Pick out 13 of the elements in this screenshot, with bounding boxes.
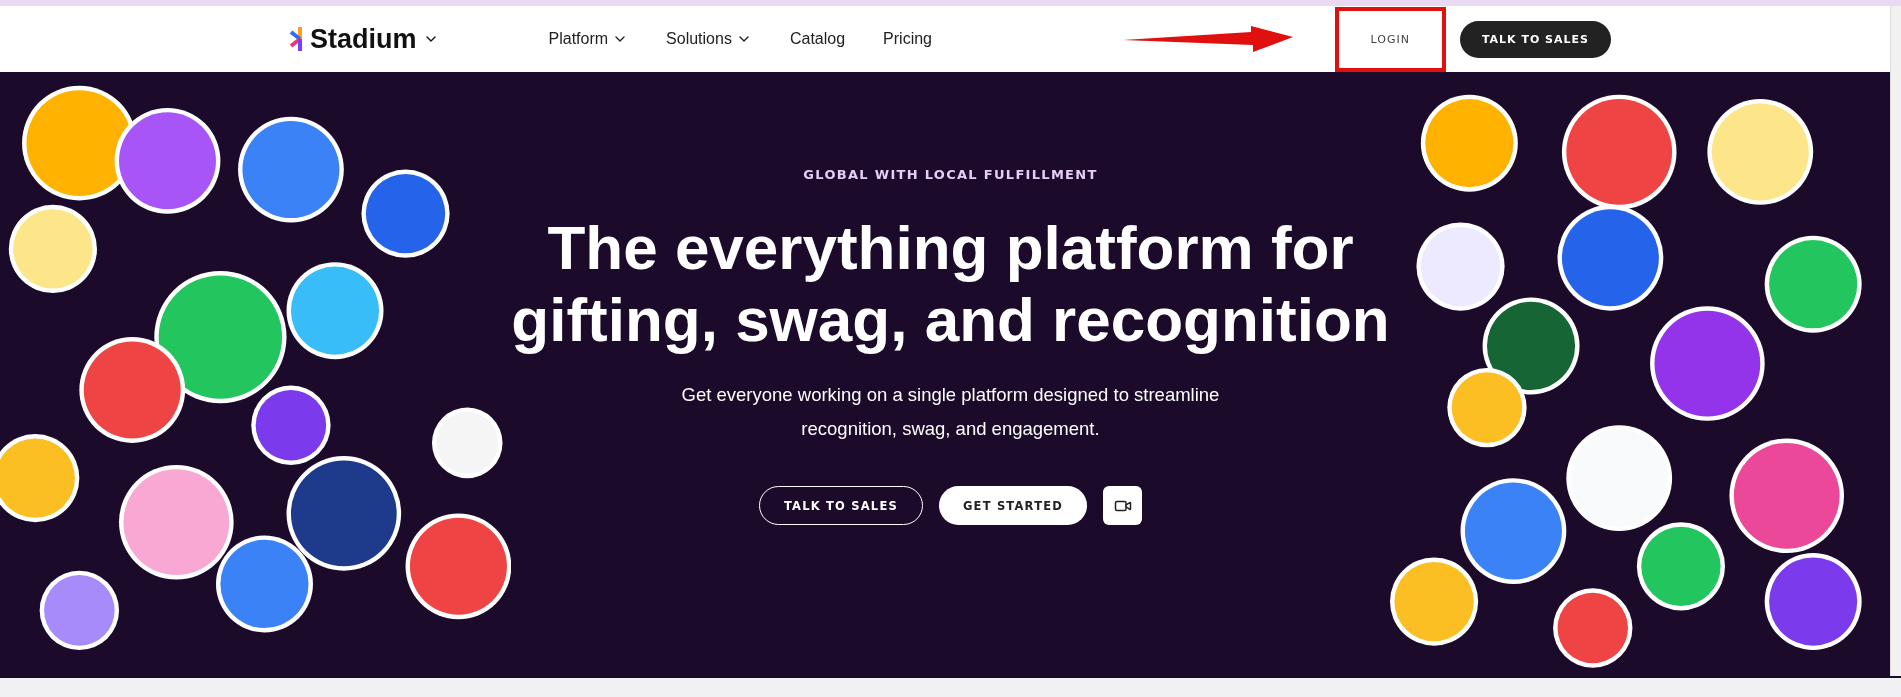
nav-link[interactable]: Pricing [883, 30, 932, 48]
get-started-button[interactable]: GET STARTED [938, 486, 1087, 525]
scrollbar[interactable] [1890, 6, 1901, 676]
hero-subtitle: Get everyone working on a single platform designed to streamline recognition, swag, and engagement. [681, 383, 1220, 441]
nav-link[interactable]: Solutions [666, 30, 752, 48]
video-button[interactable] [1103, 486, 1142, 525]
nav-link[interactable]: Platform [548, 30, 629, 48]
nav-link[interactable]: Catalog [789, 30, 846, 48]
logo-icon [290, 27, 304, 51]
hero-headline: The everything platform for gifting, swag, and recognition [511, 212, 1390, 356]
logo-text[interactable]: Stadium [310, 23, 417, 55]
hero-eyebrow: GLOBAL WITH LOCAL FULFILLMENT [803, 167, 1098, 182]
talk-to-sales-button[interactable]: TALK TO SALES [1459, 20, 1611, 58]
